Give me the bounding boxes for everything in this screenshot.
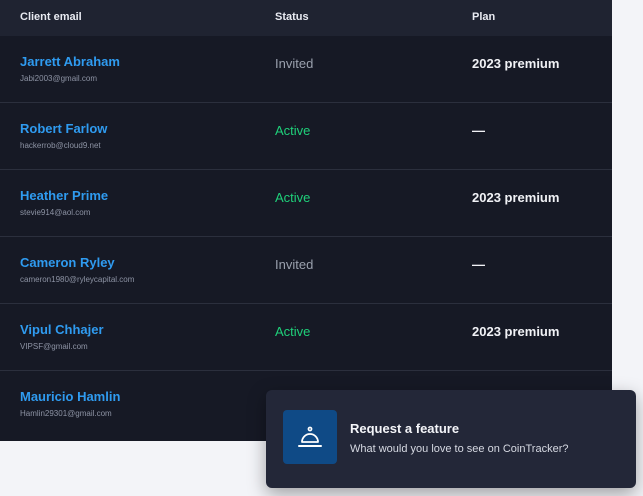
client-name-link[interactable]: Mauricio Hamlin: [20, 389, 120, 404]
request-feature-toast[interactable]: Request a feature What would you love to…: [266, 390, 636, 488]
service-bell-icon: [283, 410, 337, 464]
client-name-link[interactable]: Heather Prime: [20, 188, 108, 203]
client-email: VIPSF@gmail.com: [20, 342, 88, 351]
status-text: Invited: [275, 257, 314, 272]
client-email: Hamlin29301@gmail.com: [20, 409, 112, 418]
client-name-link[interactable]: Cameron Ryley: [20, 255, 115, 270]
status-text: Active: [275, 190, 311, 205]
toast-text: What would you love to see on CoinTracke…: [350, 443, 569, 455]
plan-text: —: [472, 257, 485, 272]
client-name-link[interactable]: Jarrett Abraham: [20, 54, 120, 69]
status-text: Active: [275, 324, 311, 339]
client-email: hackerrob@cloud9.net: [20, 141, 101, 150]
status-text: Invited: [275, 56, 314, 71]
client-name-link[interactable]: Robert Farlow: [20, 121, 107, 136]
plan-text: 2023 premium: [472, 324, 560, 339]
plan-text: —: [472, 123, 485, 138]
status-text: Active: [275, 123, 311, 138]
table-row[interactable]: Cameron Ryley cameron1980@ryleycapital.c…: [0, 237, 612, 304]
toast-title: Request a feature: [350, 421, 460, 436]
client-name-link[interactable]: Vipul Chhajer: [20, 322, 104, 337]
column-header-status[interactable]: Status: [275, 11, 309, 23]
client-email: Jabi2003@gmail.com: [20, 74, 98, 83]
table-row[interactable]: Robert Farlow hackerrob@cloud9.net Activ…: [0, 103, 612, 170]
client-email: stevie914@aol.com: [20, 208, 91, 217]
table-row[interactable]: Vipul Chhajer VIPSF@gmail.com Active 202…: [0, 304, 612, 371]
clients-table: Client email Status Plan Jarrett Abraham…: [0, 0, 612, 441]
table-row[interactable]: Heather Prime stevie914@aol.com Active 2…: [0, 170, 612, 237]
client-email: cameron1980@ryleycapital.com: [20, 275, 135, 284]
column-header-plan[interactable]: Plan: [472, 11, 495, 23]
table-row[interactable]: Jarrett Abraham Jabi2003@gmail.com Invit…: [0, 36, 612, 103]
column-header-client-email[interactable]: Client email: [20, 11, 82, 23]
plan-text: 2023 premium: [472, 56, 560, 71]
table-header: Client email Status Plan: [0, 0, 612, 36]
plan-text: 2023 premium: [472, 190, 560, 205]
